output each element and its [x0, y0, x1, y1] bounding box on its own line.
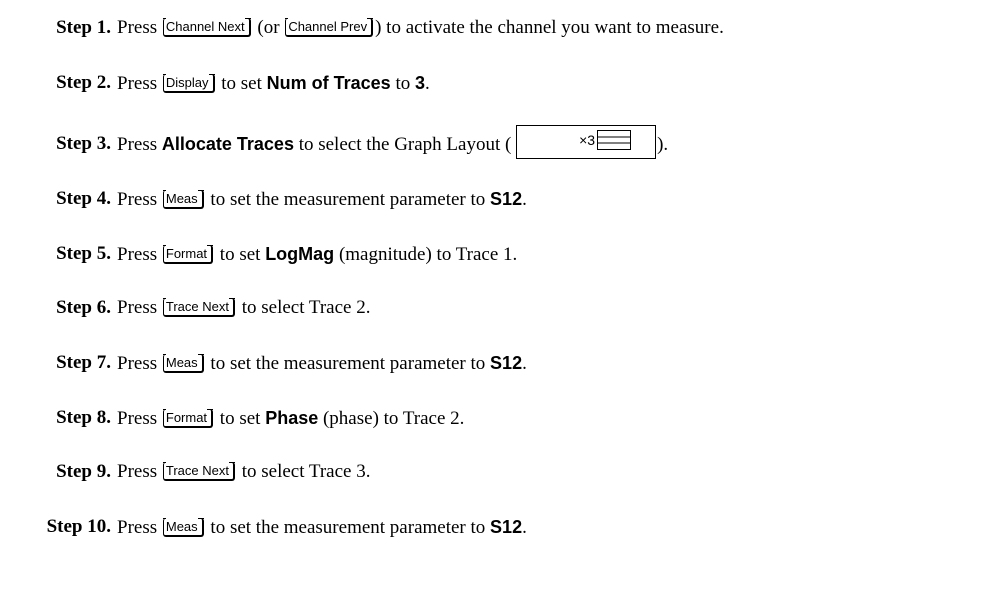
step-text-fragment: to set the measurement parameter to — [205, 189, 491, 210]
step-text-fragment: Press — [117, 297, 162, 318]
channel-next-key: Channel Next — [162, 18, 251, 37]
step-text: Press Display to set Num of Traces to 3. — [117, 69, 430, 98]
step-text-fragment: . — [522, 517, 527, 538]
step-10: Step 10. Press Meas to set the measureme… — [0, 513, 985, 541]
trace-next-key: Trace Next — [162, 298, 236, 317]
step-text-fragment: Press — [117, 134, 162, 155]
layout-label: ×3 — [579, 131, 596, 148]
step-label: Step 2. — [56, 72, 111, 93]
format-logmag: LogMag — [265, 244, 335, 264]
step-3: Step 3. Press Allocate Traces to select … — [0, 124, 985, 159]
step-text-fragment: to set — [215, 244, 266, 265]
step-7: Step 7. Press Meas to set the measuremen… — [0, 349, 985, 377]
format-phase: Phase — [265, 408, 319, 428]
step-label: Step 1. — [56, 17, 111, 38]
step-text-fragment: to — [390, 73, 415, 94]
three-horizontal-graphs-icon — [597, 129, 632, 150]
meas-key: Meas — [162, 190, 204, 209]
param-s12: S12 — [490, 353, 523, 373]
step-text: Press Meas to set the measurement parame… — [117, 349, 527, 378]
step-text-fragment: to select Trace 3. — [236, 461, 371, 482]
step-8: Step 8. Press Format to set Phase (phase… — [0, 404, 985, 432]
step-label: Step 5. — [56, 243, 111, 264]
step-text-fragment: (or — [252, 17, 285, 38]
step-text-fragment: ) to activate the channel you want to me… — [375, 17, 724, 38]
trace-next-key: Trace Next — [162, 462, 236, 481]
step-text-fragment: to set the measurement parameter to — [205, 353, 491, 374]
step-6: Step 6. Press Trace Next to select Trace… — [0, 294, 985, 322]
step-text-fragment: Press — [117, 408, 162, 429]
step-label: Step 3. — [56, 133, 111, 154]
value-3: 3 — [414, 73, 425, 93]
step-text: Press Meas to set the measurement parame… — [117, 513, 527, 542]
step-text-fragment: to set — [216, 73, 267, 94]
format-key: Format — [162, 409, 214, 428]
display-key: Display — [162, 74, 215, 93]
meas-key: Meas — [162, 354, 204, 373]
step-text-fragment: Press — [117, 517, 162, 538]
step-text-fragment: Press — [117, 17, 162, 38]
step-text: Press Format to set LogMag (magnitude) t… — [117, 240, 517, 269]
step-text-fragment: to set the measurement parameter to — [205, 517, 491, 538]
step-text-fragment: . — [522, 353, 527, 374]
step-label: Step 9. — [56, 461, 111, 482]
step-text-fragment: to select Trace 2. — [236, 297, 371, 318]
step-text-fragment: ). — [657, 134, 669, 155]
param-s12: S12 — [490, 517, 523, 537]
step-text: Press Format to set Phase (phase) to Tra… — [117, 404, 464, 433]
step-text-fragment: Press — [117, 461, 162, 482]
format-key: Format — [162, 245, 214, 264]
step-text-fragment: Press — [117, 73, 162, 94]
step-text: Press Trace Next to select Trace 2. — [117, 294, 370, 322]
step-text: Press Channel Next (or Channel Prev) to … — [117, 14, 724, 42]
step-label: Step 10. — [46, 516, 111, 537]
softkey-num-of-traces: Num of Traces — [266, 73, 391, 93]
step-label: Step 8. — [56, 407, 111, 428]
step-text-fragment: to select the Graph Layout ( — [293, 134, 517, 155]
step-text-fragment: (magnitude) to Trace 1. — [334, 244, 518, 265]
graph-layout-box: ×3 — [516, 124, 657, 159]
step-text-fragment: Press — [117, 244, 162, 265]
step-text-fragment: (phase) to Trace 2. — [318, 408, 465, 429]
meas-key: Meas — [162, 518, 204, 537]
step-label: Step 6. — [56, 297, 111, 318]
step-text: Press Allocate Traces to select the Grap… — [117, 124, 669, 159]
step-4: Step 4. Press Meas to set the measuremen… — [0, 185, 985, 213]
step-text: Press Trace Next to select Trace 3. — [117, 458, 370, 486]
step-text: Press Meas to set the measurement parame… — [117, 185, 527, 214]
step-text-fragment: to set — [215, 408, 266, 429]
step-1: Step 1. Press Channel Next (or Channel P… — [0, 14, 985, 42]
param-s12: S12 — [490, 189, 523, 209]
step-9: Step 9. Press Trace Next to select Trace… — [0, 458, 985, 486]
step-2: Step 2. Press Display to set Num of Trac… — [0, 69, 985, 97]
softkey-allocate-traces: Allocate Traces — [161, 134, 294, 154]
step-text-fragment: Press — [117, 353, 162, 374]
step-text-fragment: . — [522, 189, 527, 210]
step-text-fragment: Press — [117, 189, 162, 210]
step-5: Step 5. Press Format to set LogMag (magn… — [0, 240, 985, 268]
channel-prev-key: Channel Prev — [285, 18, 374, 37]
step-label: Step 4. — [56, 188, 111, 209]
step-text-fragment: . — [424, 73, 430, 94]
step-label: Step 7. — [56, 352, 111, 373]
